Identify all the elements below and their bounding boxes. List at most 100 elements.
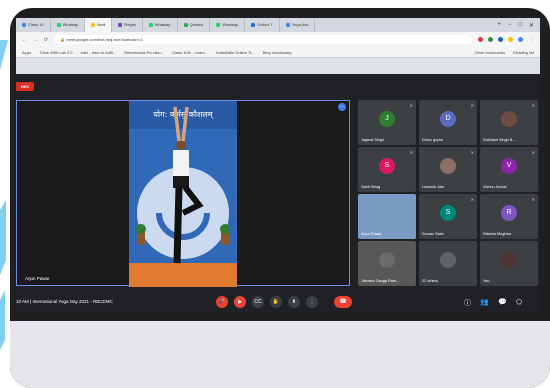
tab-favicon-icon	[91, 23, 96, 27]
bookmark-item[interactable]: Class 10th - Learn...	[172, 50, 208, 55]
bookmark-item[interactable]: Think With Lab 2.0	[39, 50, 72, 55]
participant-tile[interactable]: Arjun Pawar	[358, 194, 416, 239]
activities-icon[interactable]: ⬠	[516, 298, 522, 306]
people-icon[interactable]: 👥	[480, 298, 489, 306]
browser-tab[interactable]: Whatsap	[210, 18, 246, 32]
avatar: V	[501, 158, 517, 174]
participant-name: Vishnu Kumar	[483, 185, 507, 189]
forward-icon[interactable]: →	[33, 37, 38, 43]
browser-tab-active[interactable]: Nmli	[85, 18, 113, 32]
info-icon[interactable]: ⓘ	[464, 298, 471, 308]
main-participant-name: Arjun Pawar	[25, 276, 50, 281]
more-options-button[interactable]: ⋮	[306, 296, 318, 308]
participant-tile[interactable]: S ✕ Sahil Sihag	[358, 147, 416, 192]
captions-button[interactable]: CC	[252, 296, 264, 308]
participant-tile[interactable]: S ✕ Sourav Saini	[419, 194, 477, 239]
bookmark-item[interactable]: Bing Vocabulary	[263, 50, 292, 55]
yoga-pose-image: योग: कर्मसु कौशलम्	[129, 101, 237, 287]
browser-tab[interactable]: Regist	[112, 18, 143, 32]
address-bar[interactable]: 🔒 meet.google.com/bvk-rdnj-rsm?authuser=…	[54, 35, 472, 44]
extension-icon[interactable]	[498, 37, 503, 42]
yoga-video-feed: योग: कर्मसु कौशलम्	[129, 101, 237, 287]
browser-tab[interactable]: Whatsap	[143, 18, 178, 32]
browser-tab[interactable]: Whatsap	[51, 18, 86, 32]
mic-muted-icon: ✕	[531, 103, 535, 108]
bookmark-item[interactable]: Reading list	[513, 50, 534, 55]
mic-muted-icon: ✕	[470, 103, 474, 108]
extension-icon[interactable]	[518, 37, 523, 42]
participant-name: Sourav Saini	[422, 232, 444, 236]
browser-tab[interactable]: Questio	[178, 18, 211, 32]
bookmark-item[interactable]: Apps	[22, 50, 31, 55]
bookmarks-bar: Apps Think With Lab 2.0 Intel - Intro to…	[16, 47, 540, 58]
meet-window: REC योग: कर्मसु कौशलम् ⋯ Arjun Pawar J ✕…	[16, 74, 540, 313]
avatar: R	[501, 205, 517, 221]
main-video-tile[interactable]: योग: कर्मसु कौशलम् ⋯ Arjun Pawar	[16, 100, 350, 287]
meeting-title: International Yoga Day 2021 - RBCDMC	[32, 299, 113, 304]
new-tab-icon[interactable]: +	[497, 22, 501, 28]
browser-tab[interactable]: School T	[245, 18, 280, 32]
extension-icon[interactable]	[508, 37, 513, 42]
raise-hand-button[interactable]: ✋	[270, 296, 282, 308]
avatar	[501, 111, 517, 127]
menu-dots-icon[interactable]: ⋮	[529, 37, 534, 43]
avatar: D	[440, 111, 456, 127]
tab-favicon-icon	[285, 23, 290, 27]
back-icon[interactable]: ←	[22, 37, 27, 43]
mic-muted-icon: ✕	[409, 103, 413, 108]
avatar	[379, 252, 395, 268]
avatar: S	[379, 158, 395, 174]
tab-favicon-icon	[22, 23, 26, 27]
minimize-icon[interactable]: −	[508, 22, 512, 28]
bookmark-item[interactable]: Intel - Intro to Artifi...	[80, 50, 116, 55]
tab-favicon-icon	[148, 23, 153, 27]
present-button[interactable]: ⬆	[288, 296, 300, 308]
participant-name: Dhruv gupta	[422, 138, 443, 142]
avatar: J	[379, 111, 395, 127]
browser-window: Class 10 Whatsap Nmli Regist Whatsap Que…	[16, 18, 540, 74]
participant-tile[interactable]: Jitendra Ganga Ram...	[358, 241, 416, 286]
tab-strip: Class 10 Whatsap Nmli Regist Whatsap Que…	[16, 18, 540, 32]
more-options-icon[interactable]: ⋯	[338, 103, 346, 111]
participant-name: Arjun Pawar	[361, 232, 382, 236]
mic-muted-icon: ✕	[531, 197, 535, 202]
participant-tile[interactable]: D ✕ Dhruv gupta	[419, 100, 477, 145]
participant-tile[interactable]: V ✕ Vishnu Kumar	[480, 147, 538, 192]
card-footer	[10, 321, 550, 388]
close-icon[interactable]: ✕	[529, 22, 534, 29]
meeting-control-bar: 10 AM | International Yoga Day 2021 - RB…	[16, 292, 540, 313]
leave-call-button[interactable]: ☎	[334, 296, 352, 308]
bookmark-item[interactable]: Other bookmarks	[474, 50, 505, 55]
camera-off-button[interactable]: ▶	[234, 296, 246, 308]
participant-tile[interactable]: J ✕ Jagmal Singh	[358, 100, 416, 145]
participant-name: You	[483, 279, 490, 283]
mic-muted-icon: ✕	[470, 197, 474, 202]
tab-favicon-icon	[251, 23, 256, 27]
participant-name: Jitendra Ganga Ram...	[361, 279, 400, 283]
participant-name: Jagmal Singh	[361, 138, 385, 142]
participant-tile[interactable]: ✕ Subhash Singh B...	[480, 100, 538, 145]
reload-icon[interactable]: ⟳	[44, 37, 48, 43]
participant-grid: J ✕ Jagmal Singh D ✕ Dhruv gupta ✕ Subha…	[358, 100, 538, 286]
participant-tile[interactable]: 22 others	[419, 241, 477, 286]
participant-name: Sahil Sihag	[361, 185, 381, 189]
chat-icon[interactable]: 💬	[498, 298, 507, 306]
avatar	[440, 158, 456, 174]
maximize-icon[interactable]: □	[518, 22, 522, 28]
meeting-info: 10 AM | International Yoga Day 2021 - RB…	[16, 299, 113, 304]
avatar	[440, 252, 456, 268]
participant-name: Lavkush Jain	[422, 185, 445, 189]
recording-badge: REC	[16, 82, 35, 91]
mic-off-button[interactable]: 🎤	[216, 296, 228, 308]
browser-tab[interactable]: Yoga Ass	[280, 18, 316, 32]
meeting-time: 10 AM	[16, 299, 29, 304]
bookmark-item[interactable]: IndiaSkills Online Tr...	[216, 50, 254, 55]
extension-icon[interactable]	[488, 37, 493, 42]
participant-tile[interactable]: You	[480, 241, 538, 286]
extension-icon[interactable]	[478, 37, 483, 42]
participant-tile[interactable]: ✕ Lavkush Jain	[419, 147, 477, 192]
participant-name: Ritesha Meghwa	[483, 232, 512, 236]
browser-tab[interactable]: Class 10	[16, 18, 51, 32]
participant-tile[interactable]: R ✕ Ritesha Meghwa	[480, 194, 538, 239]
bookmark-item[interactable]: Referencias Pa visio...	[124, 50, 164, 55]
